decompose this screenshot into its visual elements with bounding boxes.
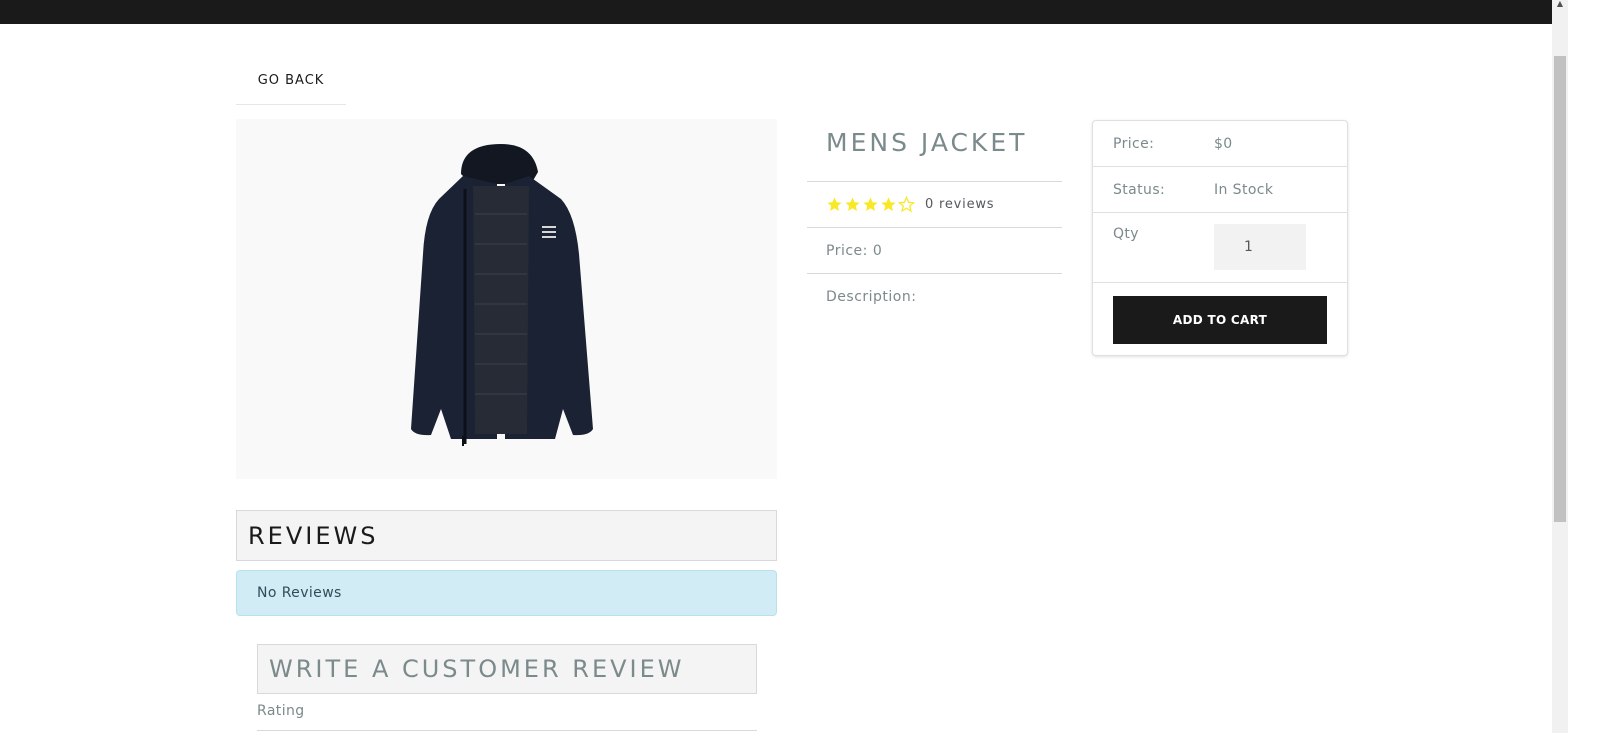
- scroll-up-arrow-icon[interactable]: ▲: [1556, 0, 1564, 8]
- product-price: Price: 0: [826, 242, 883, 259]
- product-info-list: 0 reviews Price: 0 Description:: [807, 181, 1062, 319]
- add-to-cart-card: Price: $0 Status: In Stock Qty 1 ADD TO …: [1092, 120, 1348, 356]
- cart-status-value: In Stock: [1214, 181, 1274, 198]
- no-reviews-alert: No Reviews: [236, 570, 777, 616]
- cart-qty-row: Qty 1: [1093, 213, 1347, 283]
- price-row: Price: 0: [807, 227, 1062, 273]
- star-icon: [881, 197, 896, 212]
- cart-price-label: Price:: [1113, 135, 1155, 152]
- cart-price-value: $0: [1214, 135, 1233, 152]
- cart-qty-label: Qty: [1113, 226, 1139, 242]
- write-review-heading: WRITE A CUSTOMER REVIEW: [257, 644, 757, 694]
- star-icon: [863, 197, 878, 212]
- rating-stars: [826, 196, 915, 213]
- description-row: Description:: [807, 273, 1062, 319]
- cart-price-row: Price: $0: [1093, 121, 1347, 167]
- jacket-image: [411, 144, 593, 446]
- product-description: Description:: [826, 288, 917, 305]
- cart-status-label: Status:: [1113, 181, 1166, 198]
- cart-status-row: Status: In Stock: [1093, 167, 1347, 213]
- star-outline-icon: [898, 196, 915, 213]
- qty-select[interactable]: 1: [1214, 224, 1306, 270]
- star-icon: [845, 197, 860, 212]
- top-navbar: [0, 0, 1552, 24]
- rating-label: Rating: [257, 703, 305, 719]
- scrollbar-thumb[interactable]: [1554, 56, 1566, 522]
- page-scrollbar[interactable]: ▲: [1552, 0, 1568, 733]
- go-back-button[interactable]: GO BACK: [236, 56, 346, 105]
- reviews-heading: REVIEWS: [236, 510, 777, 561]
- star-icon: [827, 197, 842, 212]
- rating-row: 0 reviews: [807, 181, 1062, 227]
- add-to-cart-button[interactable]: ADD TO CART: [1113, 296, 1327, 344]
- reviews-count: 0 reviews: [925, 197, 995, 212]
- product-image: [236, 119, 777, 479]
- product-title: MENS JACKET: [826, 128, 1028, 157]
